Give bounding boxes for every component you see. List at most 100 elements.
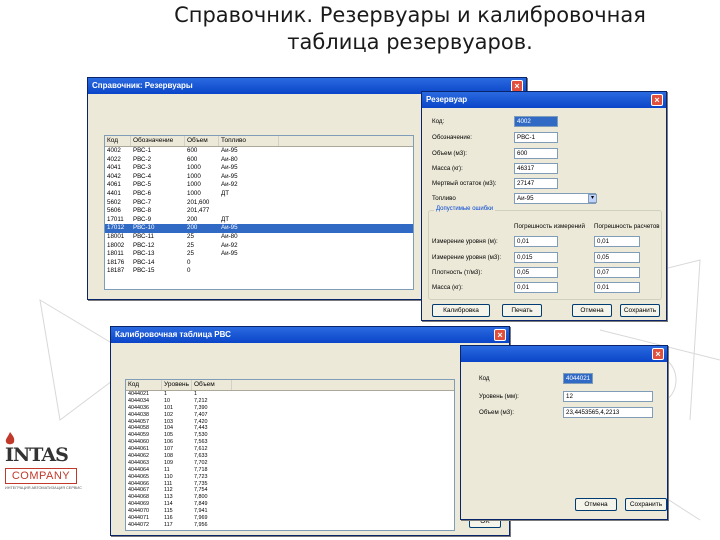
close-icon[interactable]: × <box>651 94 663 106</box>
table-row[interactable]: 4044067 112 7,754 <box>126 487 454 494</box>
table-cell: 7,941 <box>194 508 208 515</box>
field-input[interactable]: 27147 <box>514 178 558 189</box>
table-row[interactable]: 4044060 106 7,563 <box>126 439 454 446</box>
table-row[interactable]: 4044068 113 7,800 <box>126 494 454 501</box>
field-input[interactable]: 46317 <box>514 163 558 174</box>
field-input[interactable]: 4002 <box>514 116 558 127</box>
table-row[interactable]: 4044062 108 7,633 <box>126 453 454 460</box>
table-row[interactable]: 4044072 117 7,956 <box>126 522 454 529</box>
table-cell: 600 <box>187 147 198 154</box>
table-cell: 7,530 <box>194 432 208 439</box>
table-row[interactable]: 4044066 111 7,735 <box>126 481 454 488</box>
table-row[interactable]: 17011 РВС-9 200 ДТ <box>105 216 413 225</box>
table-row[interactable]: 4044059 105 7,530 <box>126 432 454 439</box>
table-row[interactable]: 4044071 116 7,969 <box>126 515 454 522</box>
print-button[interactable]: Печать <box>502 304 542 317</box>
table-cell: 11 <box>164 466 170 473</box>
table-row[interactable]: 17012 РВС-10 200 Аи-95 <box>105 224 413 233</box>
table-cell: 110 <box>164 473 173 480</box>
column-header[interactable]: Уровень <box>162 380 192 390</box>
field-input[interactable]: 0,01 <box>514 236 558 247</box>
table-cell: РВС-1 <box>133 147 152 154</box>
cancel-button[interactable]: Отмена <box>575 498 617 511</box>
table-row[interactable]: 18011 РВС-13 25 Аи-95 <box>105 250 413 259</box>
table-cell: 7,420 <box>194 418 208 425</box>
column-header[interactable]: Код <box>105 136 131 146</box>
field-input[interactable]: 0,05 <box>594 252 640 263</box>
table-row[interactable]: 18176 РВС-14 0 <box>105 259 413 268</box>
table-row[interactable]: 4044070 115 7,941 <box>126 508 454 515</box>
table-cell: 200 <box>187 215 198 223</box>
table-row[interactable]: 4044063 109 7,702 <box>126 460 454 467</box>
field-input[interactable]: 0,015 <box>514 252 558 263</box>
table-cell: 113 <box>164 494 173 501</box>
field-input[interactable]: 0,01 <box>594 236 640 247</box>
column-header[interactable]: Обозначение <box>131 136 185 146</box>
close-icon[interactable]: × <box>652 348 664 360</box>
table-cell: 111 <box>164 480 173 487</box>
column-header[interactable]: Объем <box>185 136 219 146</box>
table-cell: 7,956 <box>194 521 208 528</box>
field-label: Топливо <box>432 195 456 202</box>
table-row[interactable]: 4061 РВС-5 1000 Аи-92 <box>105 181 413 190</box>
table-row[interactable]: 4044061 107 7,612 <box>126 446 454 453</box>
table-cell: 4044034 <box>128 397 149 404</box>
column-header[interactable]: Топливо <box>219 136 279 146</box>
field-input[interactable]: 0,05 <box>514 267 558 278</box>
table-cell: 7,718 <box>194 466 208 473</box>
table-row[interactable]: 4044069 114 7,849 <box>126 501 454 508</box>
table-row[interactable]: 4044036 101 7,390 <box>126 405 454 412</box>
table-row[interactable]: 18002 РВС-12 25 Аи-92 <box>105 242 413 251</box>
table-row[interactable]: 5606 РВС-8 201,477 <box>105 207 413 216</box>
table-row[interactable]: 4041 РВС-3 1000 Аи-95 <box>105 164 413 173</box>
chevron-down-icon[interactable]: ▾ <box>588 194 597 203</box>
field-input[interactable]: РВС-1 <box>514 132 558 143</box>
table-row[interactable]: 18001 РВС-11 25 Аи-80 <box>105 233 413 242</box>
cancel-button[interactable]: Отмена <box>572 304 612 317</box>
field-label: Обозначение: <box>432 134 472 141</box>
table-cell: РВС-6 <box>133 189 152 197</box>
table-row[interactable]: 4042 РВС-4 1000 Аи-95 <box>105 173 413 182</box>
calibration-window-titlebar[interactable]: Калибровочная таблица РВС × <box>111 327 509 343</box>
calibration-table[interactable]: Код Уровень Объем 4044021 1 1 4044034 10 7,21… <box>125 379 455 531</box>
save-button[interactable]: Сохранить <box>625 498 667 511</box>
table-row[interactable]: 4044038 102 7,407 <box>126 412 454 419</box>
table-row[interactable]: 4044021 1 1 <box>126 391 454 398</box>
table-row[interactable]: 5602 РВС-7 201,600 <box>105 199 413 208</box>
table-row[interactable]: 4044064 11 7,718 <box>126 467 454 474</box>
field-input[interactable]: 600 <box>514 148 558 159</box>
tank-window-titlebar[interactable]: Резервуар × <box>422 92 666 108</box>
calibration-button[interactable]: Калибровка <box>432 304 490 317</box>
field-input[interactable]: 0,01 <box>594 282 640 293</box>
fuel-select[interactable]: Аи-95 <box>514 193 596 204</box>
table-cell: ДТ <box>221 189 229 197</box>
table-row[interactable]: 4044065 110 7,723 <box>126 474 454 481</box>
field-input[interactable]: 4044021 <box>563 373 593 384</box>
table-row[interactable]: 4044058 104 7,443 <box>126 425 454 432</box>
table-cell: РВС-14 <box>133 258 155 266</box>
close-icon[interactable]: × <box>494 329 506 341</box>
table-row[interactable]: 4002 РВС-1 600 Аи-95 <box>105 147 413 156</box>
table-cell: 17012 <box>107 224 125 232</box>
tanks-table[interactable]: Код Обозначение Объем Топливо 4002 РВС-1 6… <box>104 135 414 290</box>
edit-window-titlebar[interactable]: × <box>461 346 667 362</box>
table-row[interactable]: 4401 РВС-6 1000 ДТ <box>105 190 413 199</box>
table-row[interactable]: 4044034 10 7,212 <box>126 398 454 405</box>
field-input[interactable]: 0,07 <box>594 267 640 278</box>
table-cell: РВС-10 <box>133 224 155 232</box>
table-row[interactable]: 18187 РВС-15 0 <box>105 267 413 276</box>
table-cell <box>219 207 279 216</box>
table-cell: 7,407 <box>194 411 208 418</box>
table-row[interactable]: 4044057 103 7,420 <box>126 419 454 426</box>
field-input[interactable]: 12 <box>563 391 653 402</box>
save-button[interactable]: Сохранить <box>620 304 660 317</box>
calculation-error-header: Погрешность расчетов <box>594 223 660 230</box>
column-header[interactable]: Объем <box>192 380 232 390</box>
table-cell: 101 <box>164 404 173 411</box>
field-label: Объем (м3): <box>432 150 467 157</box>
field-input[interactable]: 0,01 <box>514 282 558 293</box>
table-cell: 7,723 <box>194 473 208 480</box>
column-header[interactable]: Код <box>126 380 162 390</box>
field-input[interactable]: 23,4453565,4,2213 <box>563 407 653 418</box>
table-row[interactable]: 4022 РВС-2 600 Аи-80 <box>105 156 413 165</box>
